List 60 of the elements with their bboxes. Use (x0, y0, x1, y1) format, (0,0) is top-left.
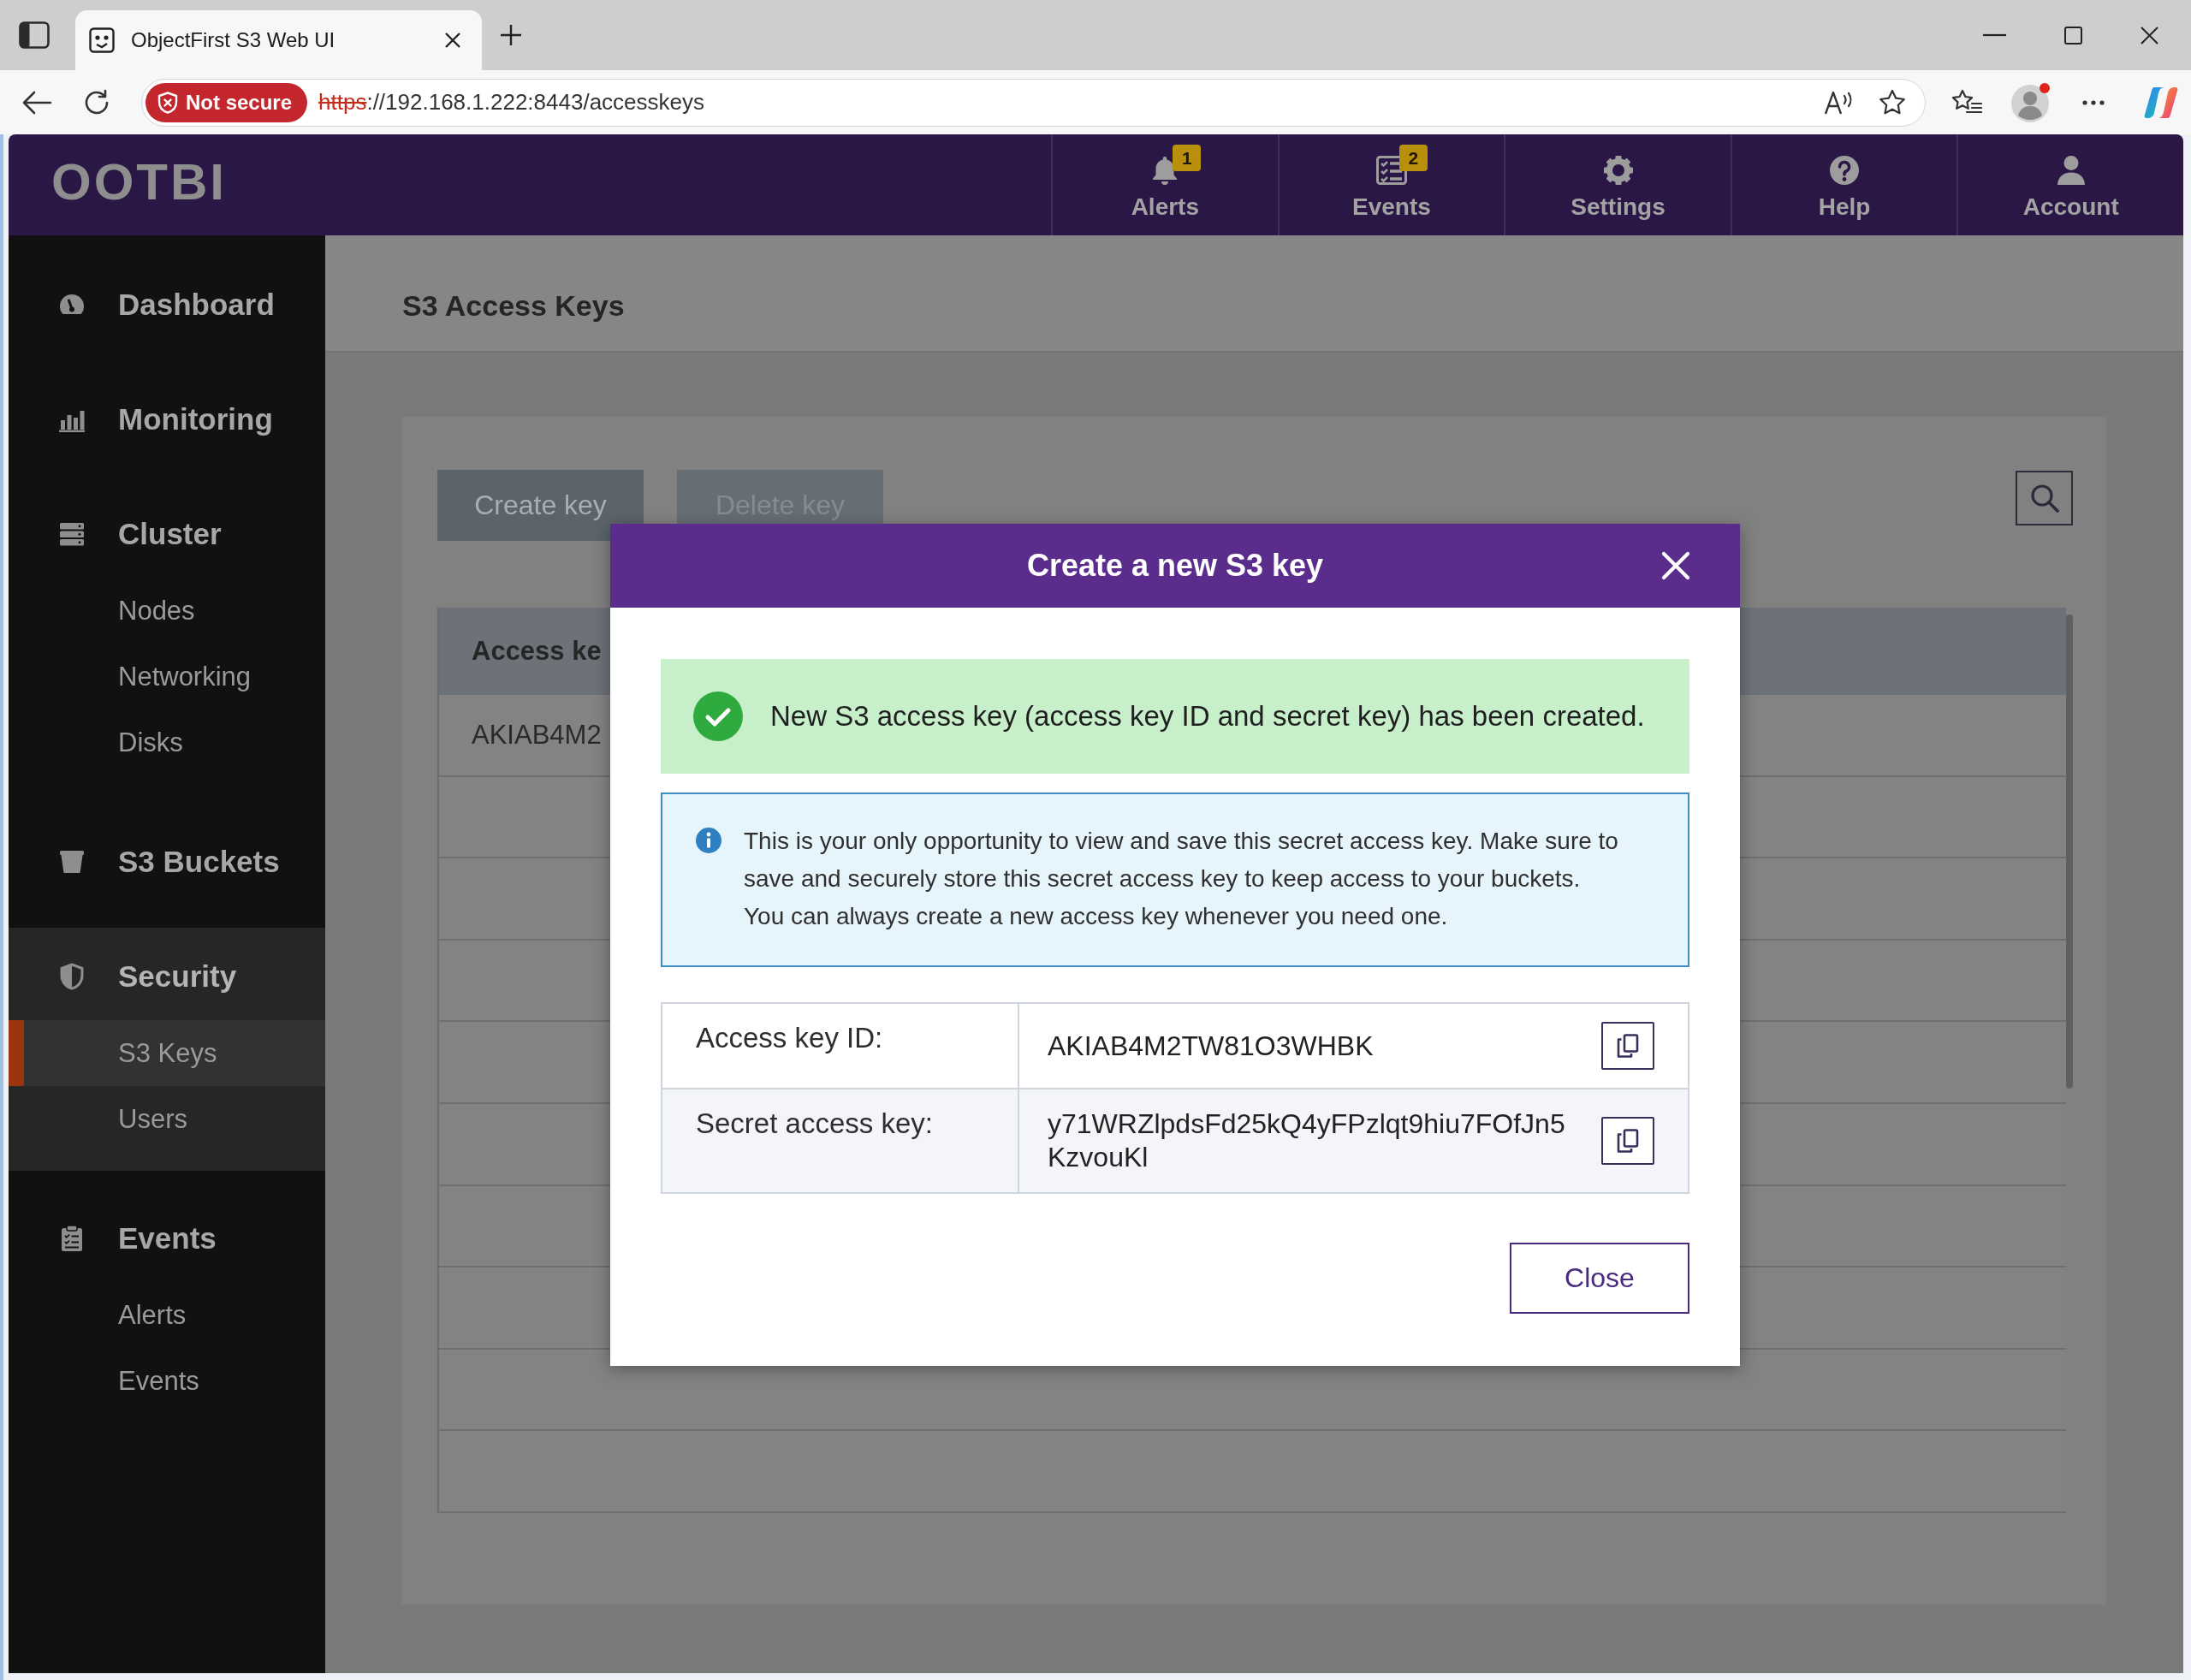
refresh-icon[interactable] (83, 88, 110, 116)
close-button[interactable]: Close (1510, 1243, 1689, 1314)
gear-icon (1602, 155, 1634, 186)
copy-button[interactable] (1601, 1117, 1654, 1165)
user-icon (2055, 155, 2087, 186)
copy-icon (1617, 1129, 1639, 1153)
half-shield-icon (58, 963, 86, 990)
favicon-icon (89, 27, 115, 53)
back-arrow-icon[interactable] (21, 89, 52, 116)
browser-tab[interactable]: ObjectFirst S3 Web UI (75, 10, 482, 70)
sidebar-subitem[interactable]: Users (9, 1086, 325, 1152)
sidebar-item[interactable]: Monitoring (9, 391, 325, 448)
search-button[interactable] (2016, 471, 2073, 525)
minimize-icon[interactable] (1983, 33, 2006, 37)
copy-icon (1617, 1034, 1639, 1058)
security-badge[interactable]: Not secure (145, 82, 308, 122)
search-icon (2029, 484, 2059, 513)
shield-x-icon (157, 91, 178, 114)
sidebar-subitem[interactable]: S3 Keys (9, 1020, 325, 1086)
address-bar[interactable]: Not secure https://192.168.1.222:8443/accesskeys (141, 78, 1926, 127)
sidebar-subitem[interactable]: Nodes (9, 578, 325, 644)
window-icon[interactable] (19, 21, 50, 49)
check-circle-icon (693, 692, 743, 741)
sidebar-item[interactable]: Cluster (9, 506, 325, 562)
question-circle-icon (1829, 155, 1861, 186)
plus-icon[interactable] (500, 24, 522, 46)
info-message: This is your only opportunity to view and save this secret access key. Make sure to save and securely store this secret access key to keep access to your buckets. You can always create a new access key whenever you need one. (744, 827, 1619, 931)
maximize-icon[interactable] (2064, 26, 2082, 45)
star-icon[interactable] (1879, 89, 1906, 116)
url-text: https://192.168.1.222:8443/accesskeys (318, 89, 705, 116)
field-label: Secret access key: (662, 1089, 1019, 1192)
app-logo: OOTBI (51, 157, 227, 208)
count-badge: 2 (1398, 145, 1428, 171)
bucket-icon (58, 848, 86, 876)
favorites-icon[interactable] (1951, 89, 1982, 116)
table-cell: AKIAB4M2 (472, 719, 602, 751)
swirl-logo-icon[interactable] (2144, 85, 2178, 120)
close-icon[interactable] (444, 32, 461, 49)
page-title: S3 Access Keys (402, 288, 625, 323)
success-message: New S3 access key (access key ID and secret key) has been created. (770, 700, 1645, 733)
sidebar-item[interactable]: Security (9, 948, 325, 1005)
checklist-icon (1375, 155, 1407, 186)
count-badge: 1 (1173, 145, 1202, 171)
avatar-icon[interactable] (2010, 81, 2051, 123)
field-value: AKIAB4M2TW81O3WHBK (1048, 1029, 1375, 1063)
sidebar-item[interactable]: S3 Buckets (9, 834, 325, 890)
sidebar-subitem[interactable]: Alerts (9, 1282, 325, 1348)
sidebar-subitem[interactable]: Networking (9, 644, 325, 709)
sidebar-item[interactable]: Dashboard (9, 276, 325, 333)
sidebar-subitem[interactable]: Disks (9, 709, 325, 775)
info-icon (696, 828, 721, 853)
close-icon[interactable] (2141, 26, 2158, 45)
modal-title: Create a new S3 key (1026, 548, 1324, 584)
server-icon (58, 520, 86, 548)
field-value: y71WRZlpdsFd25kQ4yFPzlqt9hiu7FOfJn5KzvouKl (1048, 1107, 1566, 1174)
sidebar-item[interactable]: Events (9, 1210, 325, 1267)
sidebar-subitem[interactable]: Events (9, 1348, 325, 1414)
scrollbar-thumb[interactable] (2066, 614, 2073, 1089)
more-icon[interactable] (2082, 99, 2105, 105)
copy-button[interactable] (1601, 1022, 1654, 1070)
